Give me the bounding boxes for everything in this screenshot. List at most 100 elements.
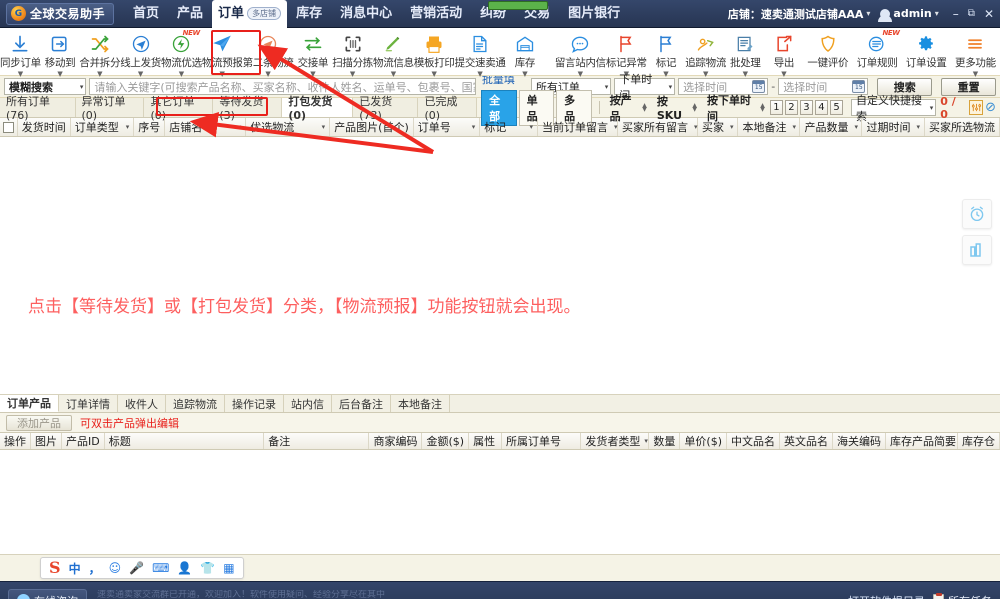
column-order-no[interactable]: 订单号 ▾: [414, 118, 481, 136]
add-product-button[interactable]: 添加产品: [6, 414, 72, 431]
toolbar-handover-sheet[interactable]: 交接单 ▼: [294, 31, 333, 78]
column-product-image[interactable]: 产品图片(首个): [330, 118, 414, 136]
search-input[interactable]: 请输入关键字(可搜索产品名称、买家名称、收件人姓名、运单号、包裹号、国家、买家所…: [89, 78, 476, 95]
dcolumn-qty[interactable]: 数量: [649, 433, 681, 449]
filter-tab-pack-ship[interactable]: 打包发货(0): [282, 95, 354, 122]
column-preferred-logistics[interactable]: 优选物流 ▾: [246, 118, 331, 136]
chevron-down-icon[interactable]: ▼: [310, 71, 315, 78]
chevron-down-icon[interactable]: ▼: [703, 71, 708, 78]
chevron-down-icon[interactable]: ▼: [477, 71, 482, 78]
sort-by-product[interactable]: 按产品 ▲ ▼: [605, 94, 652, 123]
detail-tab-order-details[interactable]: 订单详情: [59, 395, 118, 412]
chevron-down-icon[interactable]: ▼: [432, 71, 437, 78]
toolbar-second-logistics[interactable]: 第二条物流 ▼: [243, 31, 294, 78]
column-buyer-selected-logistics[interactable]: 买家所选物流: [925, 118, 1000, 136]
toolbar-template-print[interactable]: 模板打印 ▼: [414, 31, 455, 78]
select-all-checkbox[interactable]: [2, 121, 14, 133]
detail-tab-site-message[interactable]: 站内信: [284, 395, 332, 412]
shop-selector[interactable]: 店铺：速卖通测试店铺AAA ▾: [728, 6, 871, 22]
filter-icon[interactable]: ▾: [466, 123, 476, 131]
chevron-down-icon[interactable]: ▼: [522, 71, 527, 78]
nav-item-messages[interactable]: 消息中心: [331, 0, 401, 28]
filter-icon[interactable]: ▾: [232, 123, 242, 131]
column-settings-icon[interactable]: [969, 100, 984, 115]
detail-tab-local-note[interactable]: 本地备注: [391, 395, 450, 412]
keyboard-icon[interactable]: ⌨: [152, 561, 169, 575]
dcolumn-sender-type[interactable]: 发货者类型 ▾: [581, 433, 650, 449]
chevron-down-icon[interactable]: ▼: [663, 71, 668, 78]
date-to-input[interactable]: 选择时间 15: [778, 78, 869, 95]
filter-icon[interactable]: ▾: [316, 123, 326, 131]
emoji-icon[interactable]: ☺: [109, 561, 122, 575]
page-button-1[interactable]: 1: [769, 100, 783, 115]
toolbar-order-settings[interactable]: 订单设置: [902, 31, 951, 70]
minimize-button[interactable]: –: [953, 8, 959, 20]
page-button-3[interactable]: 3: [799, 100, 813, 115]
toolbar-logistics-preferred[interactable]: NEW 物流优选 ▼: [161, 29, 202, 78]
column-ship-time[interactable]: 发货时间: [18, 118, 71, 136]
detail-tab-recipient[interactable]: 收件人: [118, 395, 166, 412]
toolbar-merge-split[interactable]: 合并拆分 ▼: [79, 31, 120, 78]
dcolumn-stock-summary[interactable]: 库存产品简要: [886, 433, 958, 449]
chevron-down-icon[interactable]: ▼: [973, 71, 978, 78]
sort-by-order-time[interactable]: 按下单时间 ▲ ▼: [702, 94, 770, 123]
toolbar-online-ship[interactable]: 线上发货 ▼: [120, 31, 161, 78]
column-current-order-message[interactable]: 当前订单留言 ▾: [538, 118, 618, 136]
user-menu[interactable]: admin ▾: [878, 7, 939, 22]
nav-item-image-bank[interactable]: 图片银行: [559, 0, 629, 28]
column-shop-name[interactable]: 店铺名 ▾: [165, 118, 247, 136]
maximize-button[interactable]: ⧉: [968, 8, 975, 19]
column-buyer-all-messages[interactable]: 买家所有留言 ▾: [618, 118, 698, 136]
toolbar-logistics-forecast[interactable]: 物流预报 ▼: [202, 31, 243, 78]
toolbar-one-click-review[interactable]: 一键评价: [803, 31, 852, 70]
dcolumn-title[interactable]: 标题: [105, 433, 265, 449]
skin-icon[interactable]: 👕: [200, 561, 215, 575]
chevron-down-icon[interactable]: ▼: [781, 71, 786, 78]
close-button[interactable]: ✕: [984, 8, 994, 20]
chevron-down-icon[interactable]: ▼: [578, 71, 583, 78]
page-button-4[interactable]: 4: [814, 100, 828, 115]
ime-punctuation-toggle[interactable]: ，: [89, 560, 101, 577]
dcolumn-image[interactable]: 图片: [31, 433, 62, 449]
filter-icon[interactable]: ▾: [523, 123, 533, 131]
nav-item-home[interactable]: 首页: [124, 0, 168, 28]
detail-tab-operation-log[interactable]: 操作记录: [225, 395, 284, 412]
reset-button[interactable]: 重置: [941, 77, 996, 96]
chevron-down-icon[interactable]: ▼: [391, 71, 396, 78]
filter-icon[interactable]: ▾: [120, 123, 130, 131]
chevron-down-icon[interactable]: ▼: [138, 71, 143, 78]
sogou-logo-icon[interactable]: S: [49, 560, 61, 576]
column-mark[interactable]: 标记 ▾: [480, 118, 538, 136]
chevron-down-icon[interactable]: ▼: [179, 71, 184, 78]
filter-icon[interactable]: ▾: [786, 123, 796, 131]
filter-icon[interactable]: ▾: [910, 123, 920, 131]
filter-tab-completed[interactable]: 已完成(0): [418, 95, 478, 122]
dcolumn-order-no[interactable]: 所属订单号: [502, 433, 582, 449]
ime-language-toggle[interactable]: 中: [69, 560, 81, 577]
microphone-icon[interactable]: 🎤: [129, 561, 144, 575]
dcolumn-attributes[interactable]: 属性: [469, 433, 502, 449]
toolbar-move-to[interactable]: 移动到 ▼: [41, 31, 80, 78]
filter-icon[interactable]: ▾: [688, 123, 698, 131]
open-software-dir-link[interactable]: 打开软件根目录: [848, 593, 925, 599]
toolbar-track-logistics[interactable]: 追踪物流 ▼: [685, 31, 726, 78]
toolbar-scan-sort[interactable]: 扫描分拣 ▼: [332, 31, 373, 78]
filter-tab-waiting-ship[interactable]: 等待发货(3): [213, 95, 283, 122]
filter-tab-other-orders[interactable]: 其它订单(0): [144, 95, 214, 122]
detail-tab-order-products[interactable]: 订单产品: [0, 395, 59, 412]
column-local-note[interactable]: 本地备注 ▾: [738, 118, 801, 136]
chevron-down-icon[interactable]: ▼: [220, 71, 225, 78]
chevron-down-icon[interactable]: ▼: [743, 71, 748, 78]
chevron-down-icon[interactable]: ▼: [57, 71, 62, 78]
filter-tab-abnormal-orders[interactable]: 异常订单(0): [75, 95, 145, 122]
dcolumn-action[interactable]: 操作: [0, 433, 31, 449]
page-button-2[interactable]: 2: [784, 100, 798, 115]
toolbar-export[interactable]: 导出 ▼: [765, 31, 804, 78]
filter-icon[interactable]: ▾: [640, 437, 648, 445]
nav-item-marketing[interactable]: 营销活动: [401, 0, 471, 28]
chevron-down-icon[interactable]: ▼: [97, 71, 102, 78]
detail-tab-track-logistics[interactable]: 追踪物流: [166, 395, 225, 412]
user-icon[interactable]: 👤: [177, 561, 192, 575]
detail-tab-backend-note[interactable]: 后台备注: [332, 395, 391, 412]
reminder-clock-button[interactable]: [962, 199, 992, 229]
